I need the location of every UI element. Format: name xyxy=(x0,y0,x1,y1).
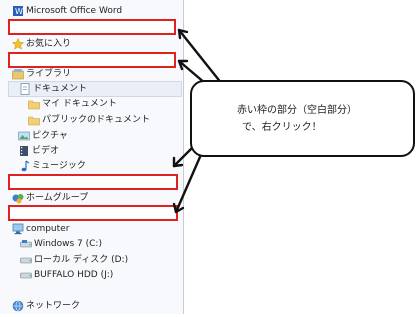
callout-line-1: 赤い枠の部分（空白部分） xyxy=(237,105,357,116)
instruction-callout: 赤い枠の部分（空白部分） で、右クリック！ xyxy=(190,80,415,157)
callout-line-2: で、右クリック！ xyxy=(242,122,322,133)
annotation-arrows xyxy=(172,28,224,214)
